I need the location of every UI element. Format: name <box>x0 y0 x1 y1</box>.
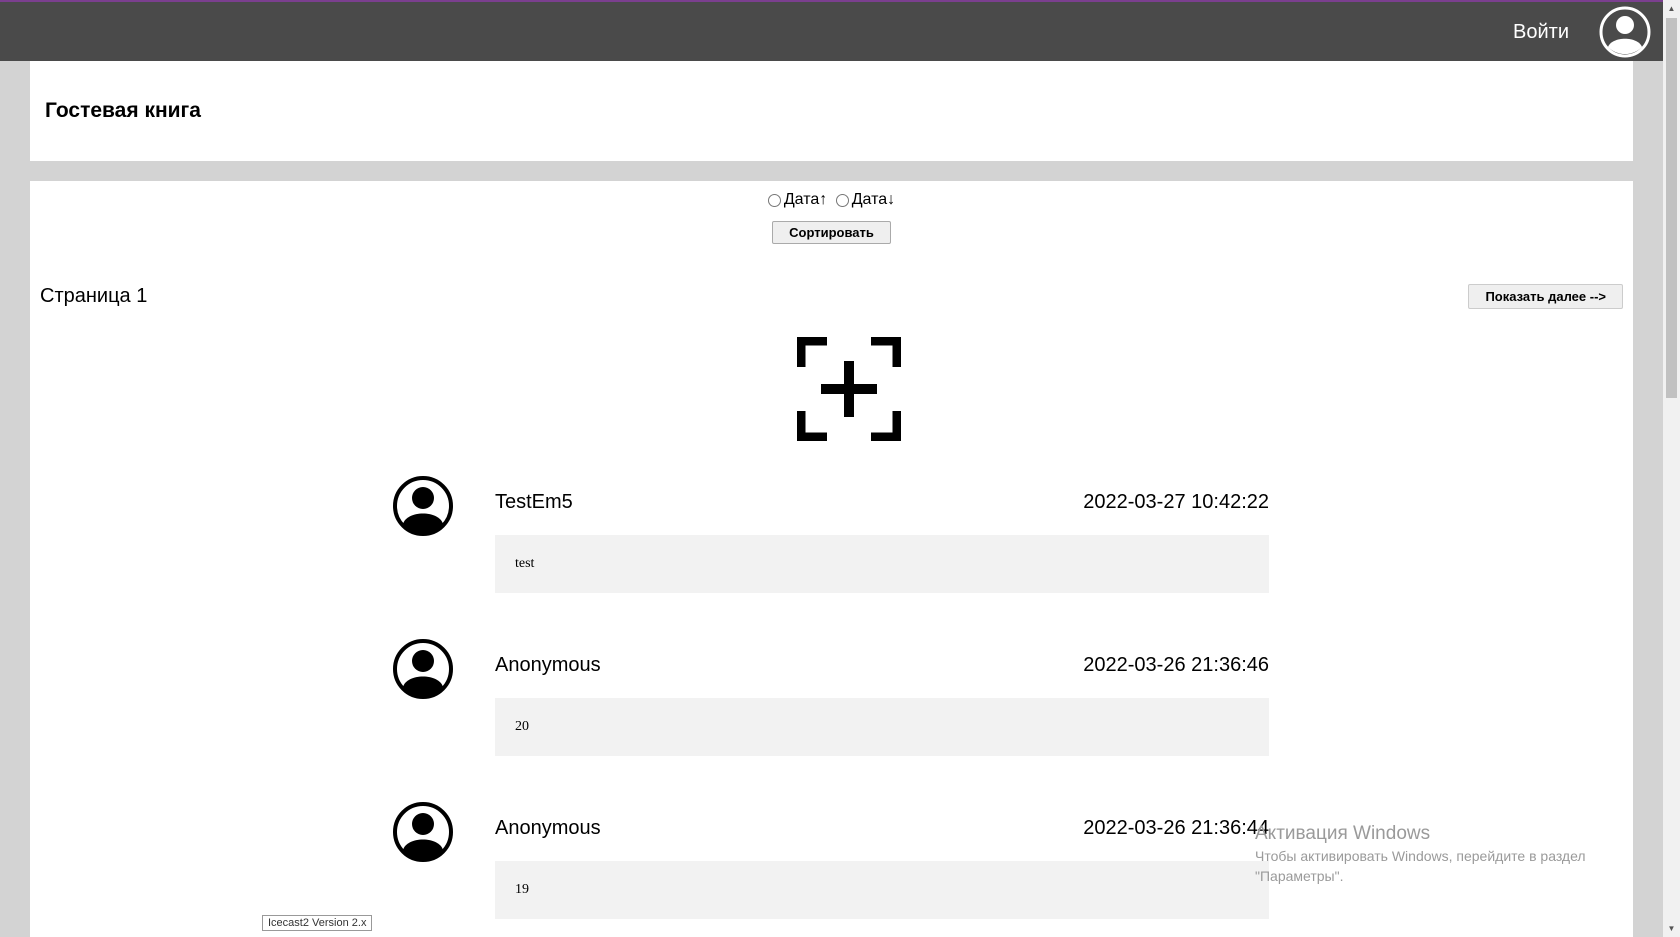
login-link[interactable]: Войти <box>1513 21 1569 44</box>
user-avatar-icon <box>393 802 453 862</box>
watermark-line: Чтобы активировать Windows, перейдите в … <box>1255 848 1586 864</box>
guestbook-entry: Anonymous 2022-03-26 21:36:44 19 <box>392 801 1269 921</box>
scroll-down-arrow-icon[interactable]: ▼ <box>1663 920 1680 937</box>
page-scrollbar[interactable]: ▲ ▼ <box>1663 0 1680 937</box>
watermark-title: Активация Windows <box>1255 823 1431 844</box>
entry-message: test <box>515 556 535 571</box>
user-circle-icon[interactable] <box>1599 6 1651 58</box>
sort-date-desc-option[interactable]: Дата↓ <box>835 191 896 209</box>
entry-author: TestEm5 <box>495 491 573 513</box>
show-more-button[interactable]: Показать далее --> <box>1468 284 1623 309</box>
entry-message: 19 <box>515 882 529 897</box>
entry-message: 20 <box>515 719 529 734</box>
scroll-up-arrow-icon[interactable]: ▲ <box>1663 0 1680 17</box>
radio-date-asc[interactable] <box>767 193 781 207</box>
sort-date-asc-label: Дата↑ <box>783 191 828 208</box>
sort-date-desc-label: Дата↓ <box>851 191 896 208</box>
windows-activation-watermark: Активация Windows Чтобы активировать Win… <box>1255 824 1586 886</box>
guestbook-entry: Anonymous 2022-03-26 21:36:46 20 <box>392 638 1269 758</box>
user-avatar-icon <box>393 639 453 699</box>
page-title: Гостевая книга <box>45 99 201 122</box>
page-number-label: Страница 1 <box>40 285 148 307</box>
sort-button[interactable]: Сортировать <box>772 220 891 244</box>
guestbook-entry: TestEm5 2022-03-27 10:42:22 test <box>392 475 1269 595</box>
entry-message-box: test <box>495 535 1269 593</box>
entry-author: Anonymous <box>495 817 601 839</box>
watermark-line: "Параметры". <box>1255 868 1344 884</box>
status-tooltip: Icecast2 Version 2.x <box>262 915 373 931</box>
entry-message-box: 19 <box>495 861 1269 919</box>
top-navbar: Войти <box>0 0 1663 61</box>
entry-date: 2022-03-26 21:36:44 <box>1083 817 1269 839</box>
title-panel: Гостевая книга <box>30 61 1633 161</box>
entry-date: 2022-03-26 21:36:46 <box>1083 654 1269 676</box>
scrollbar-thumb[interactable] <box>1666 18 1677 398</box>
entry-date: 2022-03-27 10:42:22 <box>1083 491 1269 513</box>
user-avatar-icon <box>393 476 453 536</box>
entry-message-box: 20 <box>495 698 1269 756</box>
add-box-icon[interactable] <box>797 337 901 441</box>
radio-date-desc[interactable] <box>835 193 849 207</box>
sort-form: Дата↑ Дата↓ Сортировать <box>30 191 1633 244</box>
entry-author: Anonymous <box>495 654 601 676</box>
sort-date-asc-option[interactable]: Дата↑ <box>767 191 828 209</box>
